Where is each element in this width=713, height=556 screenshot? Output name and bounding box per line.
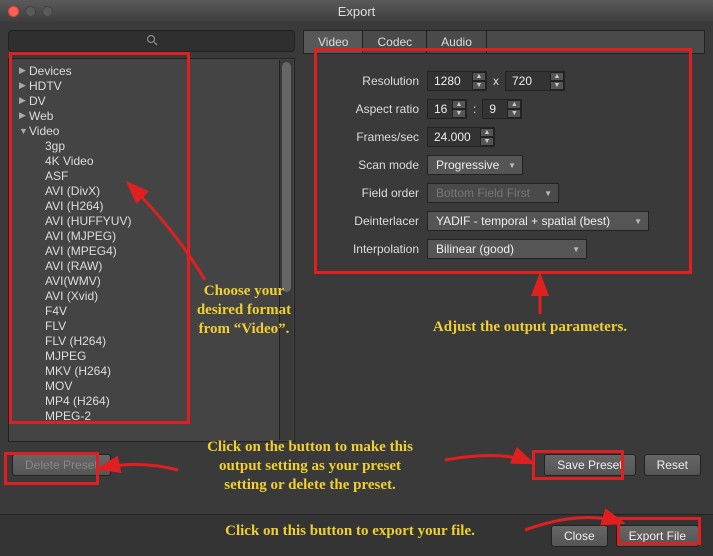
tree-item[interactable]: MPEG-2: [13, 408, 294, 423]
resolution-separator: x: [487, 74, 505, 88]
aspect-label: Aspect ratio: [311, 102, 427, 116]
resolution-width-input[interactable]: 1280 ▲▼: [427, 71, 487, 91]
stepper-down-icon[interactable]: ▼: [507, 109, 521, 118]
tree-category-label: HDTV: [29, 79, 62, 93]
tree-item[interactable]: AVI(WMV): [13, 273, 294, 288]
tree-scrollbar-thumb[interactable]: [282, 62, 291, 292]
deinterlacer-label: Deinterlacer: [311, 214, 427, 228]
aspect-separator: :: [467, 102, 482, 116]
stepper-up-icon[interactable]: ▲: [472, 72, 486, 81]
tree-item[interactable]: 3gp: [13, 138, 294, 153]
export-file-button[interactable]: Export File: [616, 525, 699, 547]
tree-item[interactable]: AVI (MJPEG): [13, 228, 294, 243]
tree-item[interactable]: FLV (H264): [13, 333, 294, 348]
tree-category-label: Devices: [29, 64, 72, 78]
tree-item[interactable]: AVI (RAW): [13, 258, 294, 273]
tree-item[interactable]: AVI (DivX): [13, 183, 294, 198]
tree-item[interactable]: MOV: [13, 378, 294, 393]
deinterlacer-dropdown[interactable]: YADIF - temporal + spatial (best) ▼: [427, 211, 649, 231]
tree-scrollbar[interactable]: [279, 60, 293, 440]
fps-input[interactable]: 24.000 ▲▼: [427, 127, 495, 147]
field-order-label: Field order: [311, 186, 427, 200]
chevron-down-icon: ▼: [572, 245, 580, 254]
stepper-down-icon[interactable]: ▼: [480, 137, 494, 146]
interpolation-dropdown[interactable]: Bilinear (good) ▼: [427, 239, 587, 259]
tree-category-label: Web: [29, 109, 53, 123]
tree-item[interactable]: 4K Video: [13, 153, 294, 168]
chevron-down-icon: ▼: [634, 217, 642, 226]
stepper-down-icon[interactable]: ▼: [550, 81, 564, 90]
chevron-right-icon: ▶: [19, 65, 29, 76]
stepper-up-icon[interactable]: ▲: [550, 72, 564, 81]
tree-item[interactable]: MP4 (H264): [13, 393, 294, 408]
tree-item[interactable]: AVI (MPEG4): [13, 243, 294, 258]
tab-codec[interactable]: Codec: [363, 31, 427, 53]
tree-item[interactable]: AVI (Xvid): [13, 288, 294, 303]
stepper-up-icon[interactable]: ▲: [452, 100, 466, 109]
tree-category[interactable]: ▶Web: [13, 108, 294, 123]
tree-category[interactable]: ▶Devices: [13, 63, 294, 78]
chevron-down-icon: ▼: [544, 189, 552, 198]
tab-video[interactable]: Video: [304, 31, 363, 53]
stepper-down-icon[interactable]: ▼: [472, 81, 486, 90]
tree-category-label: Video: [29, 124, 59, 138]
settings-tabs: Video Codec Audio: [303, 30, 705, 54]
dialog-footer: Close Export File: [0, 514, 713, 556]
resolution-height-input[interactable]: 720 ▲▼: [505, 71, 565, 91]
reset-button[interactable]: Reset: [644, 454, 701, 476]
interpolation-label: Interpolation: [311, 242, 427, 256]
tree-category-label: DV: [29, 94, 46, 108]
window-title: Export: [0, 4, 713, 19]
chevron-down-icon: ▼: [19, 126, 29, 136]
delete-preset-button[interactable]: Delete Preset: [12, 454, 111, 476]
tree-item[interactable]: MJPEG: [13, 348, 294, 363]
aspect-a-input[interactable]: 16 ▲▼: [427, 99, 467, 119]
tree-category[interactable]: ▶HDTV: [13, 78, 294, 93]
search-icon: [146, 34, 158, 49]
scan-mode-label: Scan mode: [311, 158, 427, 172]
chevron-right-icon: ▶: [19, 80, 29, 91]
close-button[interactable]: Close: [551, 525, 608, 547]
preset-tree[interactable]: ▶Devices▶HDTV▶DV▶Web▼Video3gp4K VideoASF…: [8, 58, 295, 442]
tree-item[interactable]: F4V: [13, 303, 294, 318]
chevron-right-icon: ▶: [19, 110, 29, 121]
tree-item[interactable]: AVI (HUFFYUV): [13, 213, 294, 228]
stepper-up-icon[interactable]: ▲: [480, 128, 494, 137]
aspect-b-input[interactable]: 9 ▲▼: [482, 99, 522, 119]
titlebar: Export: [0, 0, 713, 22]
stepper-up-icon[interactable]: ▲: [507, 100, 521, 109]
resolution-label: Resolution: [311, 74, 427, 88]
tab-audio[interactable]: Audio: [427, 31, 487, 53]
tree-category[interactable]: ▼Video: [13, 123, 294, 138]
search-input[interactable]: [8, 30, 295, 52]
chevron-right-icon: ▶: [19, 95, 29, 106]
tree-category[interactable]: ▶DV: [13, 93, 294, 108]
fps-label: Frames/sec: [311, 130, 427, 144]
tree-item[interactable]: AVI (H264): [13, 198, 294, 213]
tree-item[interactable]: FLV: [13, 318, 294, 333]
preset-bar: Delete Preset Save Preset Reset: [0, 450, 713, 488]
field-order-dropdown: Bottom Field First ▼: [427, 183, 559, 203]
save-preset-button[interactable]: Save Preset: [544, 454, 635, 476]
stepper-down-icon[interactable]: ▼: [452, 109, 466, 118]
chevron-down-icon: ▼: [508, 161, 516, 170]
scan-mode-dropdown[interactable]: Progressive ▼: [427, 155, 523, 175]
tree-item[interactable]: MKV (H264): [13, 363, 294, 378]
video-settings-form: Resolution 1280 ▲▼ x 720 ▲▼ Aspect ratio…: [303, 54, 705, 274]
tree-item[interactable]: ASF: [13, 168, 294, 183]
